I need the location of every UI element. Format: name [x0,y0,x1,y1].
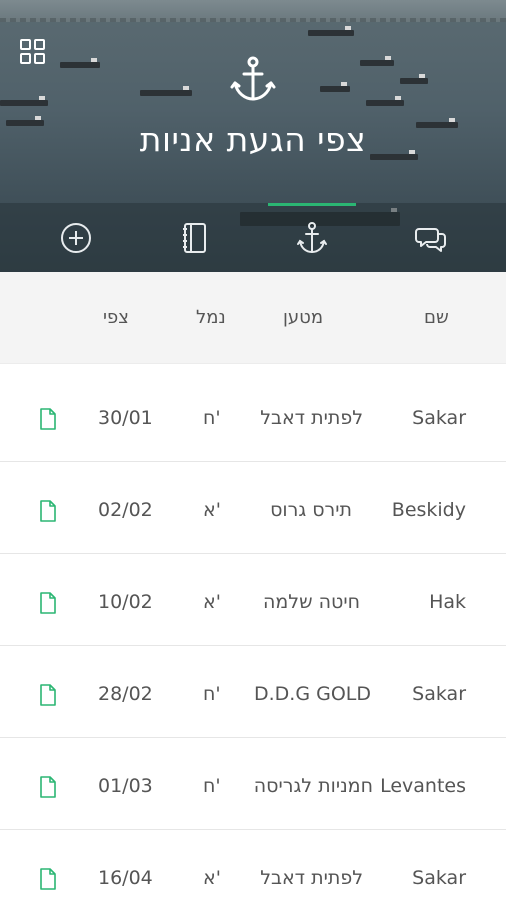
cell-port: א' [203,499,221,521]
cell-eta: 30/01 [98,407,153,429]
ship-silhouette [140,86,192,96]
cell-eta: 10/02 [98,591,153,613]
cell-port: ח' [203,683,221,705]
tab-bar [0,203,506,272]
cell-cargo: לפתית דאבל [260,867,363,889]
cell-name: Sakar [412,407,466,429]
document-icon[interactable] [39,500,57,522]
column-header-port[interactable]: נמל [196,307,226,328]
cell-name: Hak [429,591,466,613]
column-header-cargo[interactable]: מטען [283,307,323,328]
cell-cargo: תירס גרוס [270,499,352,521]
document-icon[interactable] [39,408,57,430]
tab-add[interactable] [17,203,135,272]
cell-cargo: לפתית דאבל [260,407,363,429]
cell-port: ח' [203,775,221,797]
cell-cargo: D.D.G GOLD [254,683,371,705]
city-skyline [0,0,506,22]
cell-port: ח' [203,407,221,429]
table-row[interactable]: 16/04 א' לפתית דאבל Sakar [0,830,506,900]
cell-eta: 16/04 [98,867,153,889]
column-header-eta[interactable]: צפי [103,307,129,328]
document-icon[interactable] [39,868,57,890]
document-icon[interactable] [39,592,57,614]
ship-silhouette [400,74,428,84]
cell-port: א' [203,867,221,889]
tab-ships[interactable] [253,203,371,272]
ship-silhouette [320,82,350,92]
tab-notebook[interactable] [135,203,253,272]
grid-icon[interactable] [19,38,47,66]
table-header: שם מטען נמל צפי [0,272,506,364]
table-row[interactable]: 01/03 ח' חמניות לגריסה Levantes [0,738,506,830]
document-icon[interactable] [39,684,57,706]
cell-cargo: חמניות לגריסה [253,775,373,797]
table-row[interactable]: 28/02 ח' D.D.G GOLD Sakar [0,646,506,738]
cell-cargo: חיטה שלמה [262,591,360,613]
table-row[interactable]: 02/02 א' תירס גרוס Beskidy [0,462,506,554]
cell-eta: 28/02 [98,683,153,705]
page-title: צפי הגעת אניות [139,120,367,159]
cell-name: Sakar [412,867,466,889]
ship-silhouette [308,26,354,36]
ship-silhouette [366,96,404,106]
table-row[interactable]: 10/02 א' חיטה שלמה Hak [0,554,506,646]
column-header-name[interactable]: שם [424,307,449,328]
table-row[interactable]: 30/01 ח' לפתית דאבל Sakar [0,370,506,462]
plus-circle-icon [61,222,91,253]
cell-name: Levantes [380,775,466,797]
cell-port: א' [203,591,221,613]
tab-chat[interactable] [371,203,489,272]
document-icon[interactable] [39,776,57,798]
chat-bubbles-icon [415,227,446,252]
anchor-icon [297,221,327,253]
cell-eta: 02/02 [98,499,153,521]
cell-name: Sakar [412,683,466,705]
cell-eta: 01/03 [98,775,153,797]
anchor-icon [230,56,276,101]
notebook-icon [183,222,206,253]
ship-silhouette [60,58,100,68]
ship-silhouette [0,96,48,106]
hero-banner: צפי הגעת אניות [0,0,506,272]
cell-name: Beskidy [391,499,466,521]
ship-silhouette [360,56,394,66]
